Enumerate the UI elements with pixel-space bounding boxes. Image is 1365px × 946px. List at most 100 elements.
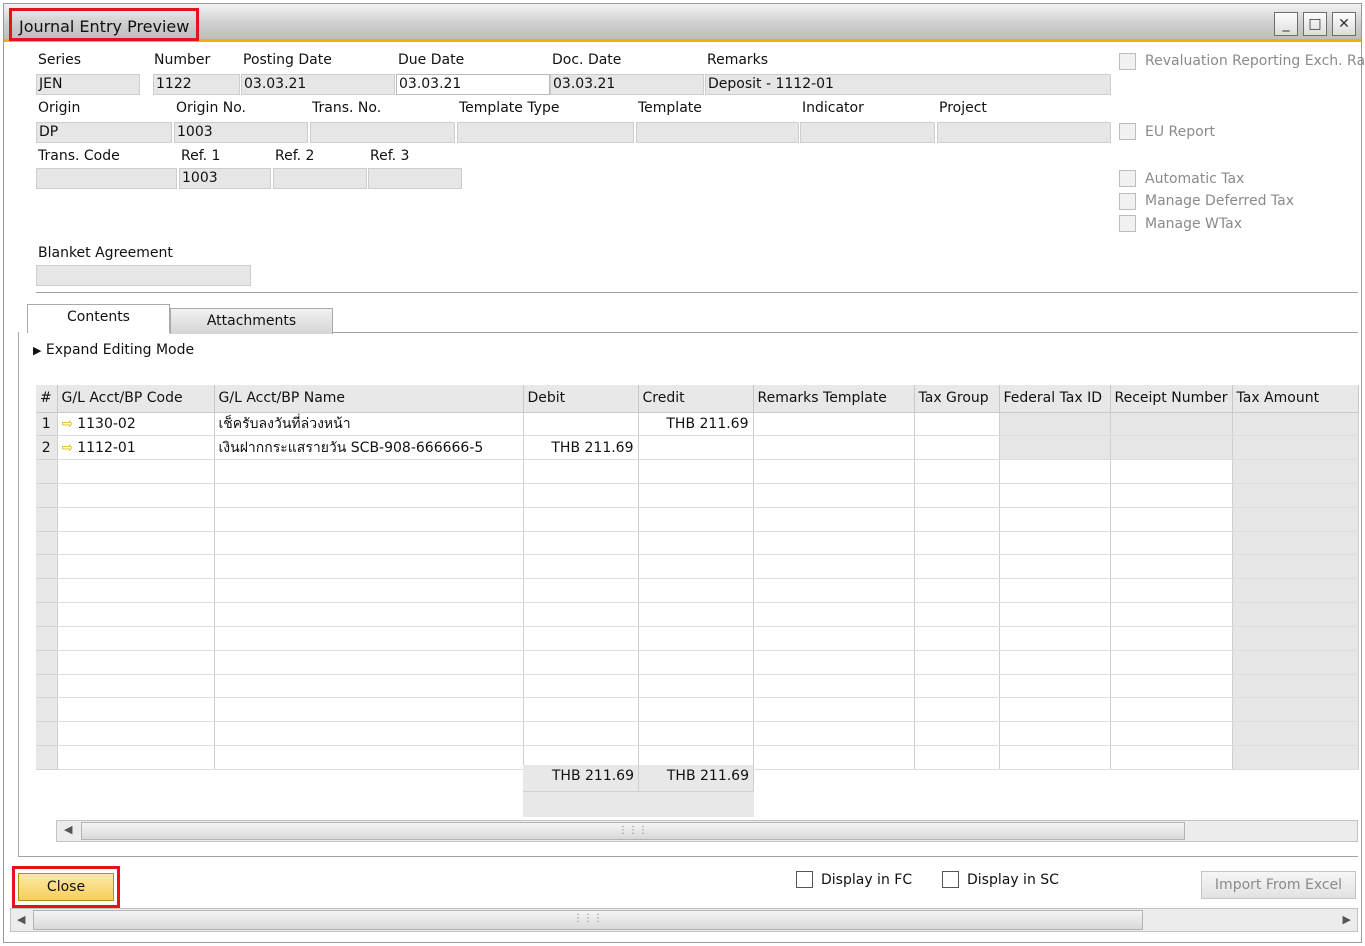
automatic-tax-checkbox[interactable] [1119, 170, 1136, 187]
remarks-template-cell[interactable] [753, 412, 915, 437]
column-header-code[interactable]: G/L Acct/BP Code [57, 385, 215, 413]
empty-cell[interactable] [753, 554, 915, 580]
display-in-sc-checkbox[interactable] [942, 871, 959, 888]
scroll-right-icon[interactable]: ▶ [1343, 913, 1351, 926]
empty-cell[interactable] [523, 721, 639, 747]
table-row[interactable] [36, 721, 1359, 747]
import-from-excel-button[interactable]: Import From Excel [1201, 871, 1356, 899]
column-header-debit[interactable]: Debit [523, 385, 639, 413]
empty-cell[interactable] [1110, 721, 1233, 747]
close-window-button[interactable]: ✕ [1332, 12, 1356, 36]
close-button[interactable]: Close [18, 873, 114, 901]
scroll-left-icon[interactable]: ◀ [64, 823, 72, 836]
link-arrow-icon[interactable]: ⇨ [62, 416, 74, 432]
empty-cell[interactable] [1110, 697, 1233, 723]
empty-cell[interactable] [914, 507, 1000, 532]
empty-cell[interactable] [999, 507, 1111, 532]
empty-cell[interactable] [999, 459, 1111, 484]
empty-cell[interactable] [214, 459, 524, 484]
empty-cell[interactable] [57, 531, 215, 556]
empty-cell[interactable] [1232, 650, 1359, 675]
empty-cell[interactable] [753, 674, 915, 699]
scroll-left-icon[interactable]: ◀ [17, 913, 25, 926]
empty-cell[interactable] [753, 650, 915, 675]
empty-cell[interactable] [57, 578, 215, 604]
empty-cell[interactable] [638, 531, 754, 556]
empty-cell[interactable] [523, 626, 639, 651]
empty-cell[interactable] [1110, 602, 1233, 627]
origin-field[interactable]: DP [36, 122, 172, 143]
column-header-num[interactable]: # [36, 385, 58, 413]
doc-date-field[interactable]: 03.03.21 [550, 74, 704, 95]
posting-date-field[interactable]: 03.03.21 [241, 74, 395, 95]
empty-cell[interactable] [214, 531, 524, 556]
empty-cell[interactable] [57, 697, 215, 723]
empty-cell[interactable] [1232, 507, 1359, 532]
empty-cell[interactable] [57, 554, 215, 580]
empty-cell[interactable] [914, 721, 1000, 747]
empty-cell[interactable] [999, 650, 1111, 675]
empty-cell[interactable] [1110, 531, 1233, 556]
empty-cell[interactable] [999, 626, 1111, 651]
empty-cell[interactable] [1232, 578, 1359, 604]
table-row[interactable]: 2 ⇨ 1112-01 เงินฝากกระแสรายวัน SCB-908-66… [36, 435, 1359, 461]
table-row[interactable] [36, 697, 1359, 723]
empty-cell[interactable] [523, 554, 639, 580]
empty-cell[interactable] [753, 721, 915, 747]
gl-code-cell[interactable]: ⇨ 1130-02 [57, 412, 215, 437]
empty-cell[interactable] [914, 697, 1000, 723]
empty-cell[interactable] [753, 483, 915, 508]
table-row[interactable] [36, 554, 1359, 580]
empty-cell[interactable] [57, 626, 215, 651]
column-header-tax-amount[interactable]: Tax Amount [1232, 385, 1359, 413]
link-arrow-icon[interactable]: ⇨ [62, 440, 74, 456]
indicator-field[interactable] [800, 122, 935, 143]
empty-cell[interactable] [999, 745, 1111, 770]
empty-cell[interactable] [753, 626, 915, 651]
blanket-agreement-field[interactable] [36, 265, 251, 286]
table-row[interactable] [36, 507, 1359, 532]
table-row[interactable] [36, 650, 1359, 675]
empty-cell[interactable] [753, 697, 915, 723]
empty-cell[interactable] [1232, 531, 1359, 556]
empty-cell[interactable] [914, 745, 1000, 770]
empty-cell[interactable] [1110, 650, 1233, 675]
empty-cell[interactable] [1232, 626, 1359, 651]
empty-cell[interactable] [1110, 459, 1233, 484]
grid-horizontal-scrollbar[interactable]: ◀ ⋮⋮⋮ [56, 820, 1358, 842]
empty-cell[interactable] [57, 602, 215, 627]
series-field[interactable]: JEN [36, 74, 140, 95]
empty-cell[interactable] [523, 578, 639, 604]
empty-cell[interactable] [914, 531, 1000, 556]
empty-cell[interactable] [523, 507, 639, 532]
empty-cell[interactable] [999, 531, 1111, 556]
empty-cell[interactable] [638, 626, 754, 651]
empty-cell[interactable] [214, 507, 524, 532]
expand-editing-mode[interactable]: ▶ Expand Editing Mode [33, 342, 194, 358]
credit-cell[interactable] [638, 435, 754, 461]
empty-cell[interactable] [523, 650, 639, 675]
empty-cell[interactable] [914, 578, 1000, 604]
empty-cell[interactable] [214, 554, 524, 580]
empty-cell[interactable] [523, 697, 639, 723]
remarks-template-cell[interactable] [753, 435, 915, 461]
empty-cell[interactable] [1232, 459, 1359, 484]
empty-cell[interactable] [57, 721, 215, 747]
empty-cell[interactable] [57, 483, 215, 508]
number-field[interactable]: 1122 [153, 74, 240, 95]
empty-cell[interactable] [1110, 626, 1233, 651]
empty-cell[interactable] [638, 674, 754, 699]
tab-attachments[interactable]: Attachments [170, 308, 333, 334]
due-date-field[interactable]: 03.03.21 [396, 74, 550, 95]
empty-cell[interactable] [57, 507, 215, 532]
empty-cell[interactable] [1110, 483, 1233, 508]
empty-cell[interactable] [914, 483, 1000, 508]
empty-cell[interactable] [214, 626, 524, 651]
trans-code-field[interactable] [36, 168, 177, 189]
empty-cell[interactable] [523, 674, 639, 699]
empty-cell[interactable] [914, 626, 1000, 651]
window-scroll-thumb[interactable]: ⋮⋮⋮ [33, 910, 1143, 930]
column-header-receipt-number[interactable]: Receipt Number [1110, 385, 1233, 413]
empty-cell[interactable] [999, 697, 1111, 723]
tax-group-cell[interactable] [914, 412, 1000, 437]
